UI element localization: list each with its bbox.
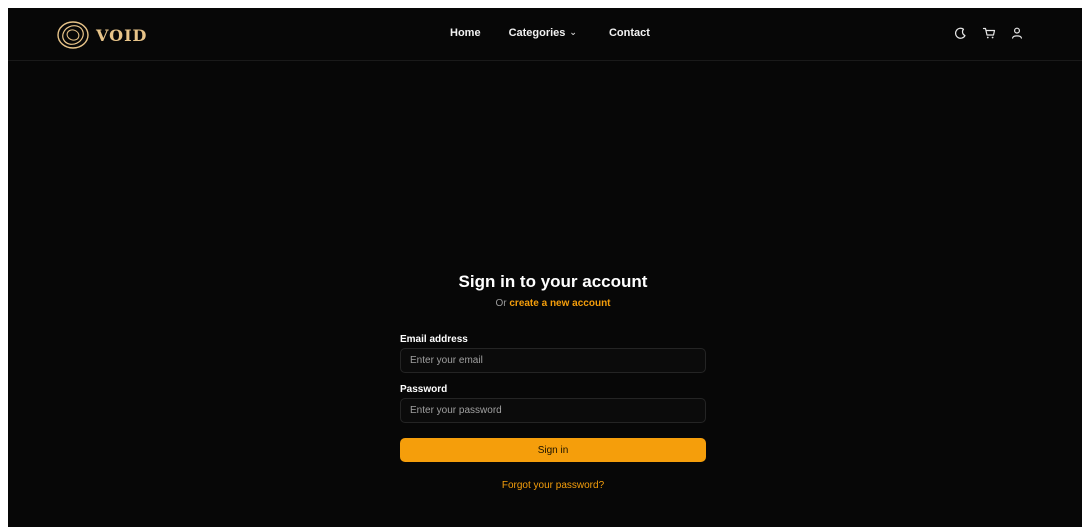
nav-home-link[interactable]: Home (450, 27, 481, 39)
chevron-down-icon: ⌄ (569, 26, 577, 37)
main-nav: Home Categories ⌄ Contact (450, 26, 650, 40)
nav-categories-dropdown[interactable]: Categories ⌄ (508, 26, 577, 40)
subtitle-prefix: Or (495, 298, 510, 309)
email-label: Email address (400, 334, 468, 345)
password-label: Password (400, 384, 448, 395)
page-frame: VOID Home Categories ⌄ Contact Sign in t… (8, 8, 1082, 527)
forgot-password-link[interactable]: Forgot your password? (400, 480, 706, 492)
create-account-link[interactable]: create a new account (509, 298, 610, 309)
page-title: Sign in to your account (458, 272, 648, 291)
signin-form: Sign in to your account Or create a new … (400, 270, 706, 491)
nav-actions (954, 26, 1024, 40)
user-icon[interactable] (1010, 26, 1024, 40)
email-field[interactable] (400, 348, 706, 373)
rings-logo-icon (57, 21, 89, 49)
cart-icon[interactable] (982, 26, 996, 40)
nav-categories-label: Categories (508, 27, 566, 39)
sign-in-button[interactable]: Sign in (400, 438, 706, 462)
top-navbar: VOID Home Categories ⌄ Contact (8, 8, 1082, 61)
moon-icon[interactable] (954, 26, 968, 40)
password-field[interactable] (400, 398, 706, 423)
brand-name: VOID (96, 25, 148, 45)
brand-logo[interactable]: VOID (56, 20, 147, 50)
nav-contact-link[interactable]: Contact (609, 27, 650, 39)
signin-subtitle: Or create a new account (400, 298, 706, 310)
